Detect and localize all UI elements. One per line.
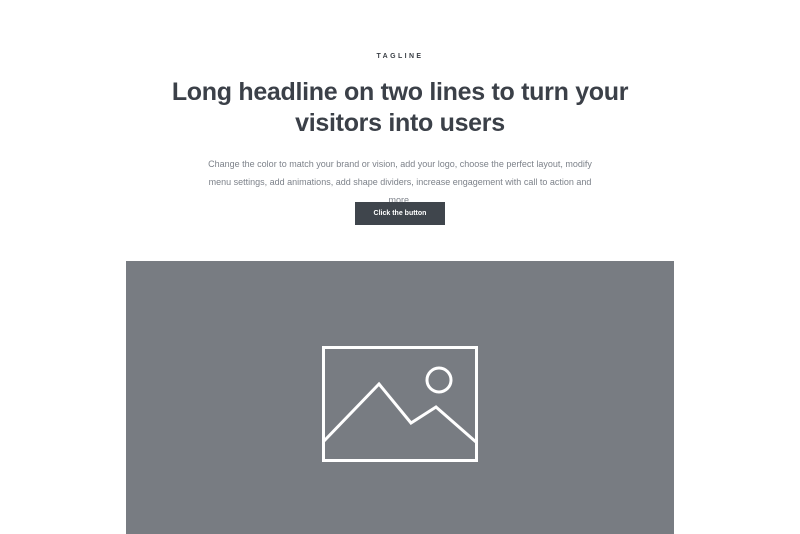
cta-button[interactable]: Click the button: [355, 202, 445, 225]
description: Change the color to match your brand or …: [208, 159, 592, 205]
landing-page: TAGLINE Long headline on two lines to tu…: [0, 0, 800, 534]
headline: Long headline on two lines to turn your …: [171, 78, 629, 137]
image-placeholder-icon: [322, 346, 478, 462]
image-placeholder: [126, 261, 674, 534]
tagline: TAGLINE: [376, 53, 424, 60]
